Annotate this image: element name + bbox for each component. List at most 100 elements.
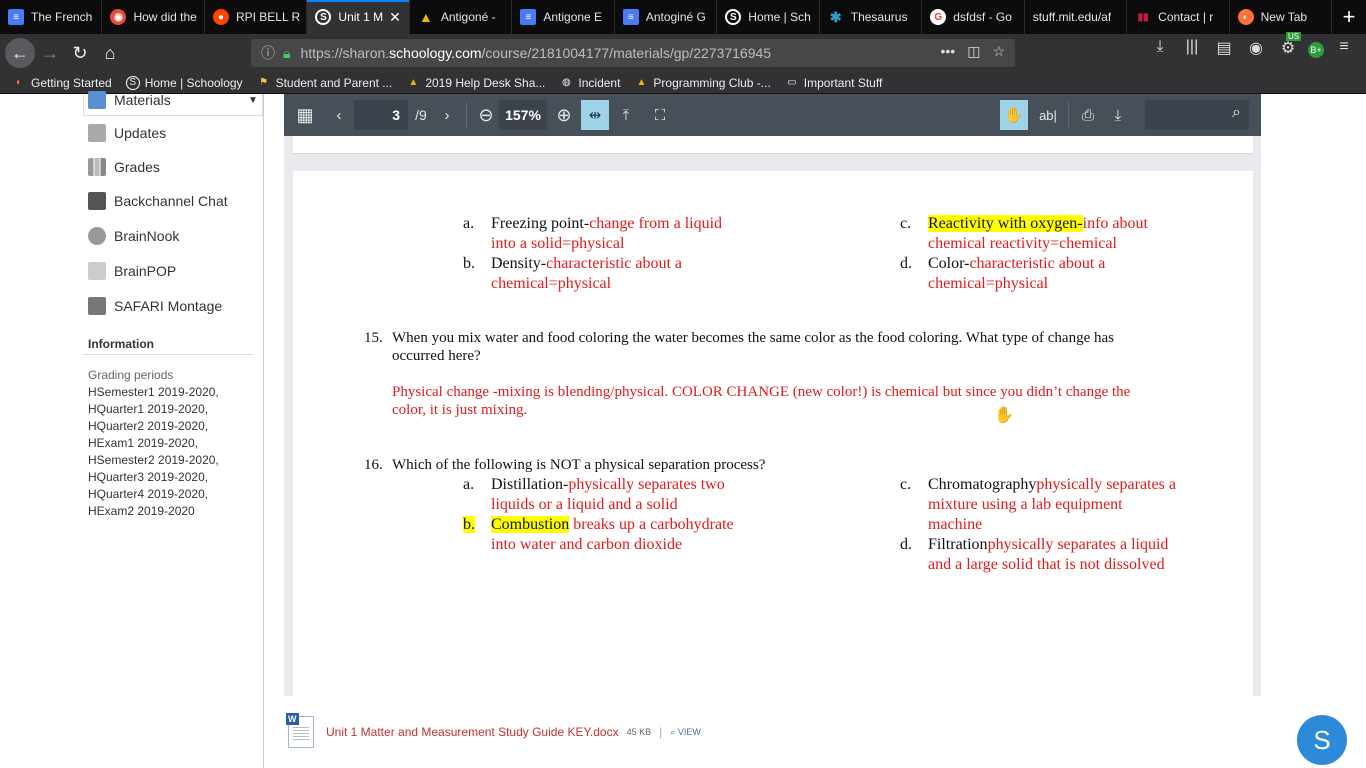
- page-number-input[interactable]: 3: [354, 100, 408, 130]
- pocket-icon[interactable]: ◫: [967, 43, 980, 60]
- google-drive-icon: ▲: [418, 9, 433, 25]
- sidebar-item-brainnook[interactable]: BrainNook: [88, 226, 179, 246]
- brainnook-icon: [88, 227, 106, 245]
- tab-the-french[interactable]: ≡ The French: [0, 0, 103, 34]
- page-actions-icon[interactable]: •••: [940, 43, 955, 60]
- url-host: schoology.com: [389, 45, 482, 61]
- sidebar-item-label: BrainPOP: [114, 263, 177, 279]
- tab-label: dsfdsf - Go: [953, 10, 1012, 24]
- page-current: 3: [392, 107, 400, 123]
- previous-page-icon[interactable]: ‹: [324, 100, 354, 130]
- new-tab-button[interactable]: +: [1332, 0, 1366, 34]
- option-term: Distillation-: [491, 476, 569, 493]
- chevron-down-icon[interactable]: ▼: [248, 95, 258, 106]
- folder-icon: ▭: [787, 77, 797, 88]
- zoom-in-icon[interactable]: ⊕: [547, 100, 581, 130]
- tab-home-schoology[interactable]: S Home | Sch: [717, 0, 820, 34]
- download-icon[interactable]: ⤓: [1101, 100, 1135, 130]
- bookmark-star-icon[interactable]: ☆: [992, 43, 1005, 60]
- grading-periods-label: Grading periods: [88, 368, 174, 382]
- forward-button[interactable]: →: [35, 38, 65, 68]
- fit-page-icon[interactable]: ⤒: [609, 100, 643, 130]
- search-icon[interactable]: ⌕: [1232, 104, 1241, 122]
- hand-cursor-icon: ✋: [994, 405, 1014, 424]
- tab-thesaurus[interactable]: ✱ Thesaurus: [820, 0, 923, 34]
- view-link[interactable]: ⌕ VIEW: [670, 727, 701, 738]
- fullscreen-icon[interactable]: ⛶: [643, 100, 677, 130]
- pan-hand-icon[interactable]: ✋: [1000, 100, 1028, 130]
- browser-tab-strip: ≡ The French ◉ How did the ● RPI BELL R S Un…: [0, 0, 1366, 34]
- option-answer: physically separates a: [1036, 476, 1176, 493]
- info-icon[interactable]: ⓘ: [261, 43, 275, 63]
- bookmark-incident[interactable]: ◍ Incident: [559, 76, 620, 90]
- red-badge-icon: ◉: [110, 9, 127, 25]
- bookmark-getting-started[interactable]: ◐ Getting Started: [12, 76, 112, 90]
- print-icon[interactable]: ⎙: [1075, 100, 1101, 130]
- document-viewer[interactable]: a. Freezing point-change from a liquid in…: [284, 136, 1261, 696]
- schoology-icon: S: [315, 9, 332, 25]
- sidebar-item-safari-montage[interactable]: SAFARI Montage: [88, 296, 222, 316]
- tab-antigone-drive[interactable]: ▲ Antigoné -: [410, 0, 513, 34]
- back-button[interactable]: ←: [5, 38, 35, 68]
- tab-unit-1[interactable]: S Unit 1 M ✕: [307, 0, 410, 34]
- fit-width-icon[interactable]: ⇹: [581, 100, 609, 130]
- bookmark-important-stuff[interactable]: ▭ Important Stuff: [785, 76, 882, 90]
- tab-dsfdsf[interactable]: Gdsfdsf - Go: [922, 0, 1025, 34]
- tab-antogine[interactable]: ≡ Antoginé G: [615, 0, 718, 34]
- reload-icon: ↻: [72, 42, 88, 63]
- sidebar-item-label: Backchannel Chat: [114, 193, 228, 209]
- sidebar-item-backchannel-chat[interactable]: Backchannel Chat: [88, 191, 228, 211]
- menu-icon[interactable]: ≡: [1332, 38, 1356, 58]
- bookmark-student-parent[interactable]: ⚑ Student and Parent ...: [257, 76, 392, 90]
- bookmark-home-schoology[interactable]: S Home | Schoology: [125, 75, 243, 90]
- tab-label: Antigoné -: [440, 10, 496, 24]
- library-icon[interactable]: |||: [1180, 38, 1204, 58]
- schoology-icon: S: [725, 9, 742, 25]
- sidebar-toggle-icon[interactable]: ▤: [1212, 38, 1236, 58]
- tab-new-tab[interactable]: ◐ New Tab: [1230, 0, 1333, 34]
- text-select-icon[interactable]: ab|: [1034, 100, 1062, 130]
- question-15-answer: Physical change -mixing is blending/phys…: [392, 383, 1212, 419]
- schoology-assistant-button[interactable]: S: [1297, 715, 1347, 765]
- page-content: Materials ▼ Updates Grades Backchannel Ch…: [0, 91, 1366, 768]
- tab-antigone-e[interactable]: ≡ Antigone E: [512, 0, 615, 34]
- document-search-input[interactable]: ⌕: [1145, 100, 1249, 130]
- tab-how-did-the[interactable]: ◉ How did the: [102, 0, 205, 34]
- brainpop-icon: [88, 262, 106, 280]
- bookmark-programming-club[interactable]: ▲ Programming Club -...: [634, 76, 770, 90]
- arrow-left-icon: ←: [11, 42, 29, 63]
- tab-label: Contact | r: [1158, 10, 1214, 24]
- answer-text: color, it is just mixing.: [392, 402, 528, 418]
- thumbnails-icon[interactable]: ▦: [286, 100, 324, 130]
- option-answer: physically separates two: [568, 476, 725, 493]
- thesaurus-icon: ✱: [829, 8, 842, 25]
- question-15-text: When you mix water and food coloring the…: [392, 329, 1212, 365]
- tab-stuff-mit[interactable]: stuff.mit.edu/af: [1025, 0, 1128, 34]
- sidebar-item-materials[interactable]: Materials ▼: [88, 90, 258, 110]
- url-bar[interactable]: ⓘ 🔒︎ https://sharon. schoology.com/course…: [251, 39, 1015, 67]
- tab-rpi-bell[interactable]: ● RPI BELL R: [205, 0, 308, 34]
- sidebar-item-brainpop[interactable]: BrainPOP: [88, 261, 176, 281]
- next-page-icon[interactable]: ›: [434, 100, 460, 130]
- document-viewer-toolbar: ▦ ‹ 3 /9 › ⊖ 157% ⊕ ⇹ ⤒ ⛶ ✋ ab| ⎙ ⤓ ⌕: [284, 94, 1261, 136]
- option-answer: mixture using a lab equipment: [928, 496, 1123, 513]
- tab-contact[interactable]: ▮▮ Contact | r: [1127, 0, 1230, 34]
- firefox-icon: ◐: [15, 77, 23, 88]
- zoom-out-icon[interactable]: ⊖: [473, 100, 499, 130]
- extension-us-icon[interactable]: ⚙ US: [1276, 32, 1302, 58]
- zoom-level[interactable]: 157%: [499, 100, 547, 130]
- extension-grade-icon[interactable]: B+: [1308, 42, 1324, 58]
- attachment-link[interactable]: Unit 1 Matter and Measurement Study Guid…: [326, 725, 619, 739]
- sidebar-item-grades[interactable]: Grades: [88, 157, 160, 177]
- download-icon[interactable]: ⤓: [1148, 38, 1172, 58]
- reload-button[interactable]: ↻: [65, 38, 95, 68]
- sidebar-item-updates[interactable]: Updates: [88, 123, 166, 143]
- close-tab-icon[interactable]: ✕: [389, 9, 401, 26]
- tab-label: Antigone E: [543, 10, 603, 24]
- account-icon[interactable]: ◉: [1244, 38, 1268, 58]
- question-16-text: Which of the following is NOT a physical…: [392, 457, 766, 473]
- bookmark-label: Getting Started: [31, 75, 112, 90]
- home-button[interactable]: ⌂: [95, 38, 125, 68]
- bookmark-help-desk[interactable]: ▲ 2019 Help Desk Sha...: [406, 76, 545, 90]
- option-term: Chromatography: [928, 476, 1037, 493]
